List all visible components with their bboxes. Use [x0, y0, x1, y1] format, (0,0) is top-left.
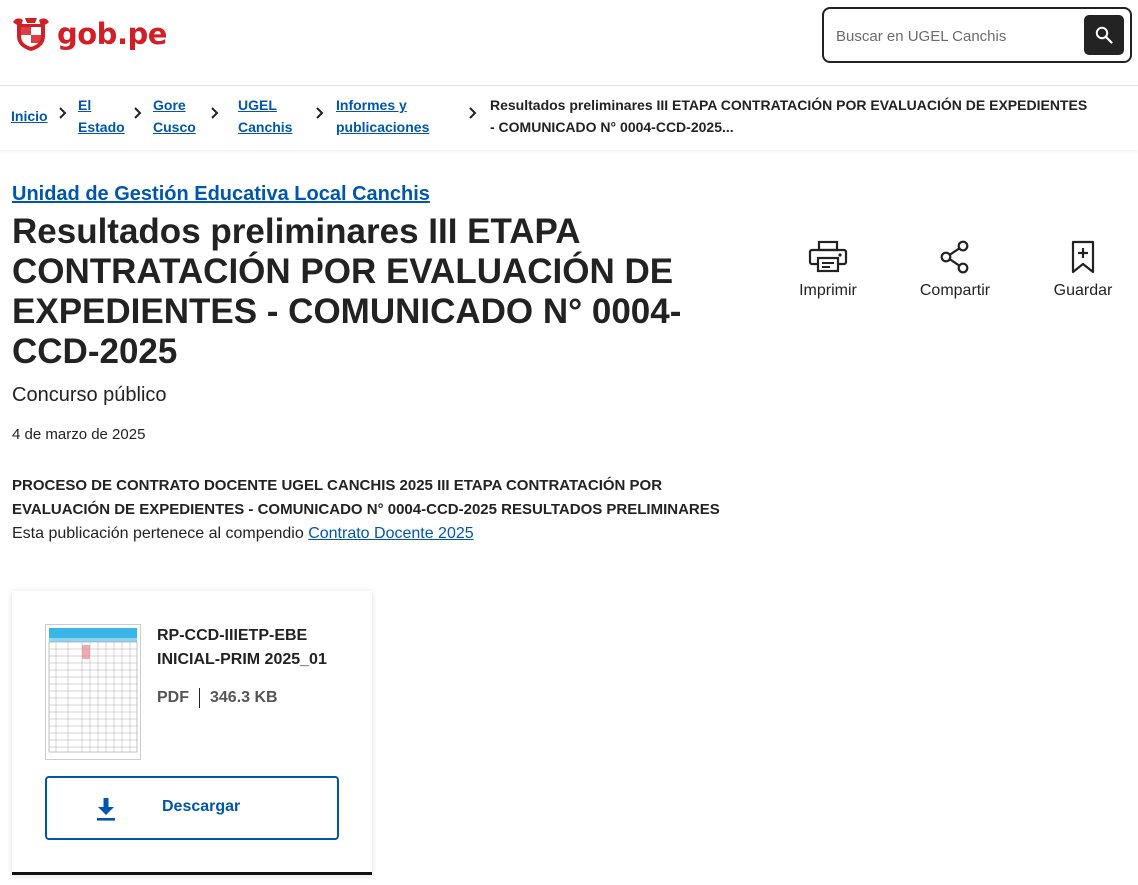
breadcrumb-current: Resultados preliminares III ETAPA CONTRA… — [490, 97, 1088, 135]
share-label: Compartir — [919, 282, 991, 299]
chevron-right-icon — [134, 107, 142, 119]
chevron-right-icon — [59, 107, 67, 119]
organization-link[interactable]: Unidad de Gestión Educativa Local Canchi… — [12, 183, 430, 206]
breadcrumb-label: Cusco — [153, 119, 196, 135]
download-button[interactable]: Descargar — [45, 776, 339, 840]
chevron-right-icon — [211, 107, 219, 119]
breadcrumb-label: UGEL — [238, 97, 277, 113]
publication-description: PROCESO DE CONTRATO DOCENTE UGEL CANCHIS… — [12, 477, 720, 518]
page-title: Resultados preliminares III ETAPA CONTRA… — [12, 212, 682, 371]
bookmark-icon — [1071, 240, 1095, 274]
breadcrumb-label: Estado — [78, 119, 125, 135]
compendium-note: Esta publicación pertenece al compendio … — [12, 522, 474, 546]
spreadsheet-preview-icon — [48, 628, 138, 753]
share-icon — [940, 240, 969, 274]
file-meta: PDF 346.3 KB — [157, 688, 278, 708]
compendium-prefix: Esta publicación pertenece al compendio — [12, 525, 304, 542]
share-button[interactable]: Compartir — [905, 240, 1005, 300]
printer-icon — [808, 240, 848, 273]
save-button[interactable]: Guardar — [1033, 240, 1133, 300]
download-label: Descargar — [162, 798, 241, 815]
breadcrumb-label: Informes y — [336, 97, 407, 113]
breadcrumb-inicio[interactable]: Inicio — [11, 105, 48, 127]
breadcrumb-gore-cusco[interactable]: Gore Cusco — [153, 94, 196, 138]
compendium-link[interactable]: Contrato Docente 2025 — [308, 525, 473, 542]
search-icon — [1095, 26, 1113, 44]
logo-text: gob.pe — [57, 17, 167, 51]
publication-date: 4 de marzo de 2025 — [12, 426, 146, 443]
gob-pe-logo[interactable]: gob.pe — [11, 14, 167, 54]
file-name: RP-CCD-IIIETP-EBE INICIAL-PRIM 2025_01 — [157, 627, 327, 668]
breadcrumb-label: publicaciones — [336, 119, 430, 135]
file-type: PDF — [157, 689, 189, 706]
meta-divider — [199, 688, 200, 708]
search-button[interactable] — [1084, 15, 1124, 55]
search-box — [822, 7, 1132, 63]
chevron-right-icon — [316, 107, 324, 119]
document-thumbnail[interactable] — [45, 624, 141, 760]
file-size: 346.3 KB — [210, 689, 278, 706]
breadcrumb-informes-publicaciones[interactable]: Informes y publicaciones — [336, 94, 429, 138]
print-button[interactable]: Imprimir — [778, 240, 878, 300]
breadcrumb-label: El — [78, 97, 92, 113]
chevron-right-icon — [469, 107, 477, 119]
peru-coat-of-arms-icon — [13, 18, 49, 51]
save-label: Guardar — [1053, 282, 1113, 299]
breadcrumb-el-estado[interactable]: El Estado — [78, 94, 125, 138]
page-subtitle: Concurso público — [12, 384, 167, 406]
breadcrumb-ugel-canchis[interactable]: UGEL Canchis — [238, 94, 292, 138]
breadcrumb-label: Canchis — [238, 119, 293, 135]
site-header: gob.pe — [0, 0, 1138, 86]
download-icon — [97, 798, 115, 821]
file-card: RP-CCD-IIIETP-EBE INICIAL-PRIM 2025_01 P… — [12, 591, 372, 875]
search-input[interactable] — [836, 23, 1076, 49]
breadcrumb-label: Gore — [153, 97, 186, 113]
breadcrumb: Inicio El Estado Gore Cusco UGEL Canchis… — [0, 86, 1138, 150]
print-label: Imprimir — [799, 282, 857, 299]
